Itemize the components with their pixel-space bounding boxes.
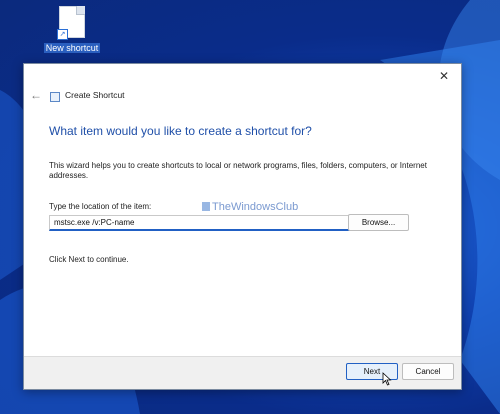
shortcut-file-icon: ↗ [57, 6, 85, 40]
watermark-text: TheWindowsClub [212, 201, 299, 213]
create-shortcut-dialog: ✕ ← Create Shortcut What item would you … [23, 63, 462, 390]
dialog-footer: Next Cancel [24, 356, 461, 389]
desktop-shortcut-label: New shortcut [43, 43, 101, 53]
continue-hint: Click Next to continue. [49, 255, 129, 264]
browse-button[interactable]: Browse... [348, 214, 409, 231]
wizard-icon [50, 92, 60, 102]
wizard-heading: What item would you like to create a sho… [49, 124, 312, 138]
shortcut-arrow-icon: ↗ [57, 29, 68, 40]
back-arrow-icon[interactable]: ← [30, 88, 42, 102]
desktop-shortcut[interactable]: ↗ New shortcut [40, 6, 104, 56]
cancel-button[interactable]: Cancel [402, 363, 454, 380]
watermark-logo-icon [202, 202, 210, 211]
mouse-cursor-icon [382, 372, 392, 386]
dialog-title: Create Shortcut [65, 90, 125, 100]
watermark: TheWindowsClub [202, 201, 298, 213]
close-icon[interactable]: ✕ [435, 68, 453, 84]
location-field-label: Type the location of the item: [49, 202, 152, 211]
wizard-description: This wizard helps you to create shortcut… [49, 161, 427, 180]
location-input[interactable] [49, 215, 367, 231]
